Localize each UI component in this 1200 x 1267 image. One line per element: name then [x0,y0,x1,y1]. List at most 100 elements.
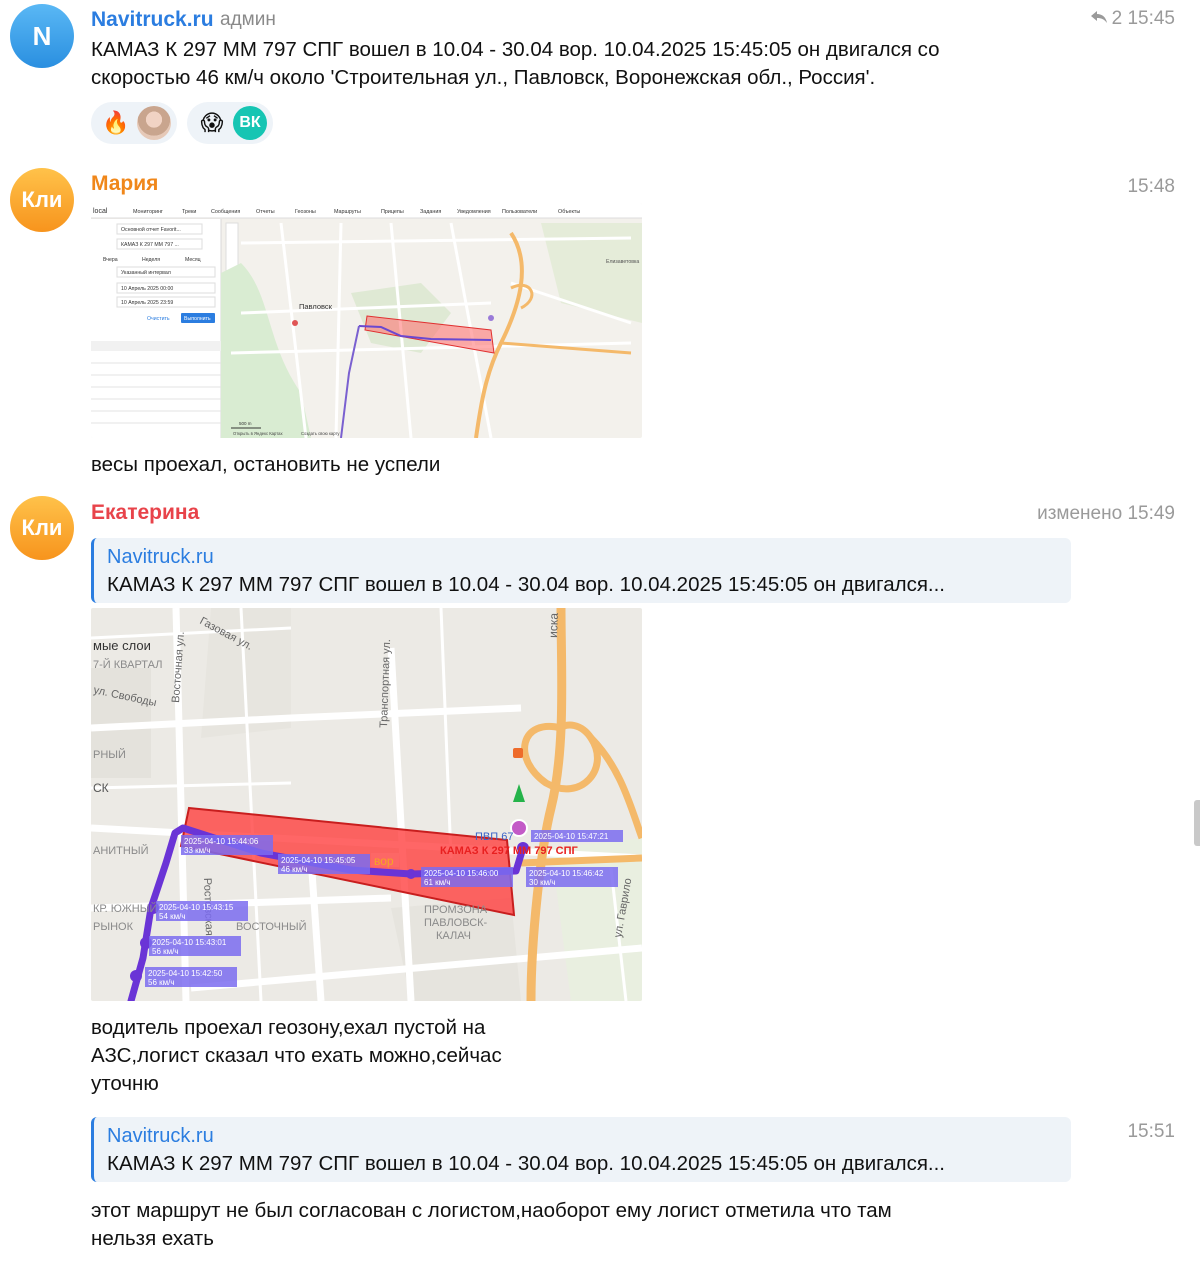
run-button: Выполнить [184,316,211,322]
track-point-speed: 56 км/ч [152,947,179,956]
reaction-fire[interactable]: 🔥 [91,102,177,144]
track-point-label: 2025-04-10 15:44:0633 км/ч [181,835,273,855]
text-line: скоростью 46 км/ч около 'Строительная ул… [91,66,876,89]
track-point-label: 2025-04-10 15:43:1554 км/ч [156,901,248,921]
map-scale: 500 m [239,421,252,426]
period-yesterday: Вчера [103,257,118,263]
map-area-label: КР. ЮЖНЫЙ [93,902,157,915]
map-screenshot-2[interactable]: мые слои 7-Й КВАРТАЛ Газовая ул. Восточн… [91,608,642,1001]
map-screenshot-1[interactable]: local Мониторинг Треки Сообщения Отчеты Геоз… [91,203,642,438]
text-line: нельзя ехать [91,1227,214,1250]
author-name[interactable]: Navitruck.ru [91,8,214,32]
track-point-label: 2025-04-10 15:47:21 [531,830,623,842]
pvp-label: ПВП 67 [475,831,513,843]
reply-quote[interactable]: Navitruck.ru КАМАЗ К 297 ММ 797 СПГ воше… [91,1117,1071,1182]
unit-select: КАМАЗ К 297 ММ 797 ... [121,242,179,248]
message-time: 15:51 [1127,1121,1175,1142]
quote-text: КАМАЗ К 297 ММ 797 СПГ вошел в 10.04 - 3… [107,1152,946,1175]
period-month: Месяц [185,257,201,263]
map-create-link: Создать свою карту [301,431,340,436]
scrollbar-handle[interactable] [1194,800,1200,846]
app-menu-item: Геозоны [295,209,316,215]
track-point-time: 2025-04-10 15:43:01 [152,938,227,947]
quote-author: Navitruck.ru [107,546,214,568]
map-east-label: Елизаветовка [606,259,639,265]
avatar[interactable]: N [10,4,74,68]
author-name[interactable]: Мария [91,172,158,196]
map-area-label: РНЫЙ [93,748,126,761]
text-line: уточню [91,1072,159,1095]
track-point-label: 2025-04-10 15:42:5056 км/ч [145,967,237,987]
map-area-label: КАЛАЧ [436,930,471,942]
track-point-label: 2025-04-10 15:43:0156 км/ч [149,936,241,956]
track-point-time: 2025-04-10 15:45:05 [281,856,356,865]
to-date: 10 Апрель 2025 23:59 [121,300,173,306]
reactor-avatar: ВК [233,106,267,140]
map-area-label: РЫНОК [93,921,134,933]
forward-count: 2 [1111,8,1123,29]
reactions: 🔥 😱 ВК [91,102,273,144]
track-point-label: 2025-04-10 15:46:4230 км/ч [526,867,618,887]
scream-emoji: 😱 [200,110,224,135]
message-text: КАМАЗ К 297 ММ 797 СПГ вошел в 10.04 - 3… [91,36,940,92]
reply-quote[interactable]: Navitruck.ru КАМАЗ К 297 ММ 797 СПГ воше… [91,538,1071,603]
clear-button: Очистить [147,316,170,322]
map-road-label: иска [546,612,561,638]
track-point-speed: 56 км/ч [148,978,175,987]
interval-select: Указанный интервал [121,269,171,276]
track-point-label: 2025-04-10 15:46:0061 км/ч [421,867,513,887]
vehicle-label: КАМАЗ К 297 ММ 797 СПГ [440,845,579,857]
app-menu-item: Маршруты [334,209,361,215]
track-point-time: 2025-04-10 15:46:42 [529,869,604,878]
forward-icon [1090,8,1108,30]
track-point-time: 2025-04-10 15:47:21 [534,832,609,841]
track-point-speed: 30 км/ч [529,878,556,887]
period-week: Неделя [142,257,160,263]
quote-text: КАМАЗ К 297 ММ 797 СПГ вошел в 10.04 - 3… [107,573,946,596]
reaction-scream[interactable]: 😱 ВК [187,102,273,144]
track-point-label: 2025-04-10 15:45:0546 км/ч [278,854,370,874]
track-point-speed: 33 км/ч [184,846,211,855]
app-menu-item: Мониторинг [133,209,163,215]
message-time: 15:48 [1127,176,1175,197]
message-text: водитель проехал геозону,ехал пустой на … [91,1014,502,1098]
map-area-label: ПАВЛОВСК- [424,917,488,929]
app-menu-item: Уведомления [457,209,491,215]
author-role: админ [220,9,276,30]
app-menu-item: Треки [182,209,196,215]
map-area-label: АНИТНЫЙ [93,844,149,857]
reactor-avatar [137,106,171,140]
map-area-label: ПРОМЗОНА [424,904,488,916]
message-text: весы проехал, остановить не успели [91,453,441,476]
avatar[interactable]: Кли [10,496,74,560]
track-point-time: 2025-04-10 15:43:15 [159,903,234,912]
map-attribution: Открыть в Яндекс Картах [233,431,283,436]
track-point-time: 2025-04-10 15:42:50 [148,969,223,978]
track-point-speed: 46 км/ч [281,865,308,874]
text-line: этот маршрут не был согласован с логисто… [91,1199,892,1222]
geozone-label: вор [374,854,394,868]
track-point-time: 2025-04-10 15:44:06 [184,837,259,846]
author-name[interactable]: Екатерина [91,501,199,525]
time-value: 15:45 [1127,8,1175,29]
map-area-label: ВОСТОЧНЫЙ [236,920,307,933]
text-line: водитель проехал геозону,ехал пустой на [91,1016,486,1039]
map-layers-label: мые слои [93,638,151,653]
avatar[interactable]: Кли [10,168,74,232]
app-logo: local [93,208,108,215]
map-city-label: Павловск [299,302,333,311]
text-line: АЗС,логист сказал что ехать можно,сейчас [91,1044,502,1067]
message-time: изменено 15:49 [1037,503,1175,524]
app-menu-item: Объекты [558,209,580,215]
app-menu-item: Пользователи [502,209,537,215]
app-menu-item: Прицепы [381,209,404,215]
from-date: 10 Апрель 2025 00:00 [121,286,173,292]
map-district-label: 7-Й КВАРТАЛ [93,658,162,671]
report-select: Основной отчет Favorit... [121,226,181,233]
message-time: 2 15:45 [1090,8,1175,30]
map-area-label: СК [93,781,109,795]
quote-author: Navitruck.ru [107,1125,214,1147]
app-menu-item: Сообщения [211,209,240,215]
app-menu-item: Задания [420,209,441,215]
app-menu-item: Отчеты [256,209,275,215]
